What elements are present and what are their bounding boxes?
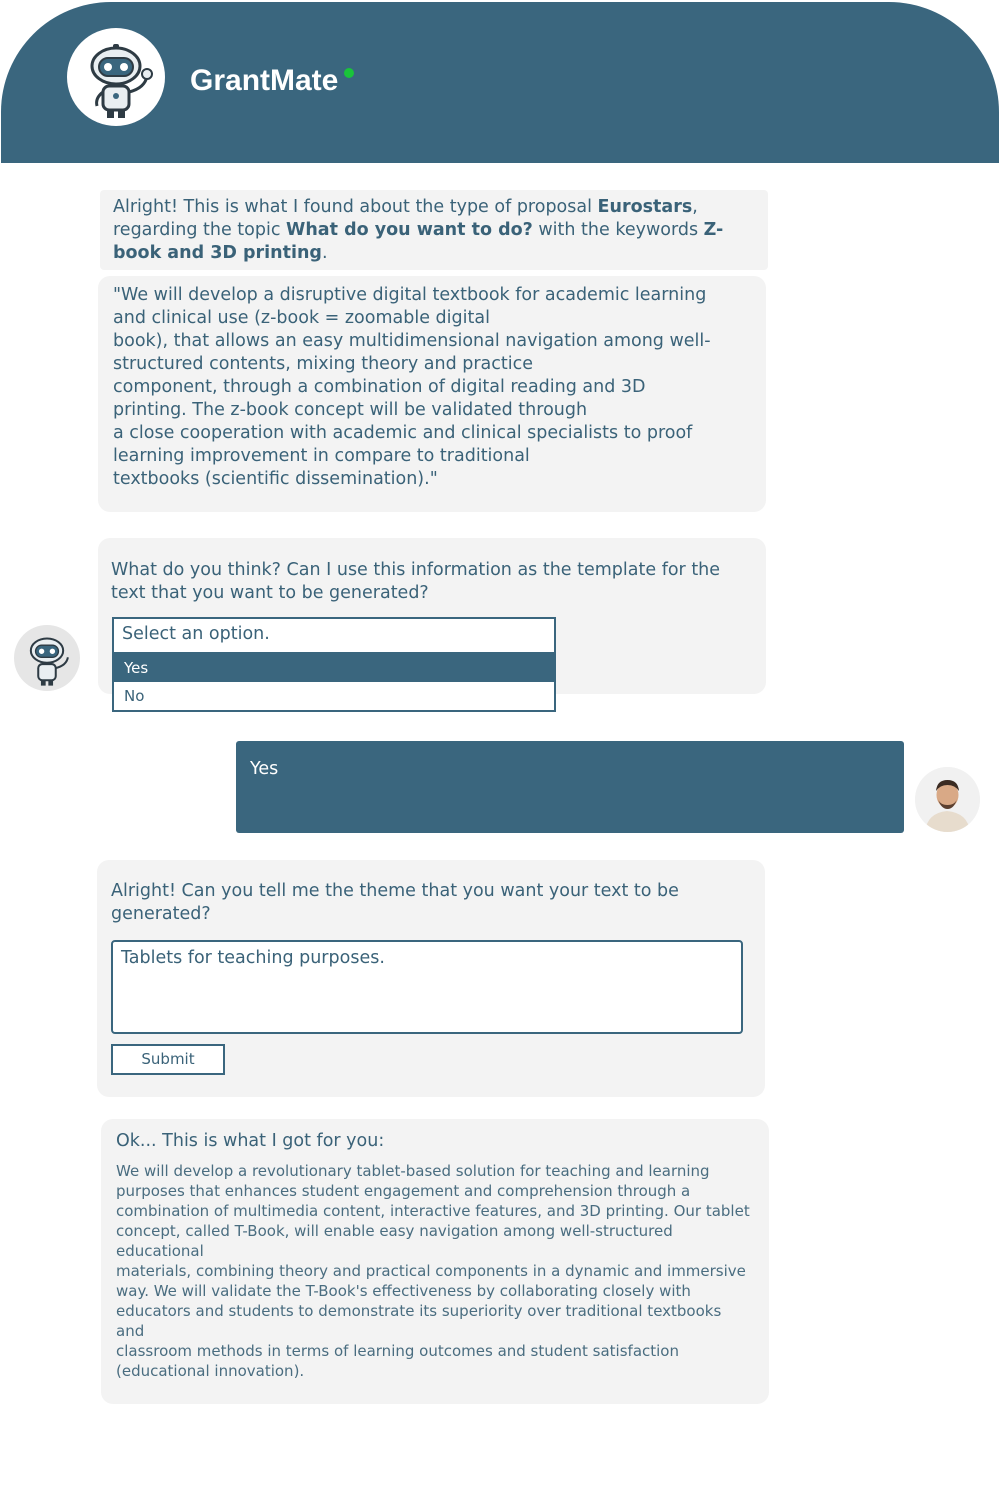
proposal-type: Eurostars bbox=[597, 197, 693, 217]
app-title: GrantMate bbox=[190, 64, 339, 97]
intro-prefix: Alright! This is what I found about the … bbox=[113, 197, 598, 217]
user-avatar bbox=[915, 767, 980, 832]
option-dropdown-list: Yes No bbox=[112, 652, 556, 712]
result-line: materials, combining theory and practica… bbox=[116, 1262, 746, 1280]
bot-avatar-large bbox=[67, 28, 165, 126]
theme-input[interactable]: Tablets for teaching purposes. bbox=[111, 940, 743, 1034]
intro-suffix: . bbox=[321, 243, 328, 263]
bot-message-intro: Alright! This is what I found about the … bbox=[100, 190, 768, 270]
robot-icon bbox=[90, 44, 153, 118]
bot-message-template: "We will develop a disruptive digital te… bbox=[98, 276, 766, 512]
result-line: (educational innovation). bbox=[116, 1362, 305, 1380]
quote-line: book), that allows an easy multidimensio… bbox=[113, 331, 711, 351]
result-line: We will develop a revolutionary tablet-b… bbox=[116, 1162, 710, 1180]
quote-line: textbooks (scientific dissemination)." bbox=[113, 469, 438, 489]
user-avatar-icon bbox=[915, 767, 980, 832]
intro-mid2: with the keywords bbox=[532, 220, 704, 240]
quote-line: printing. The z-book concept will be val… bbox=[113, 400, 588, 420]
topic-name: What do you want to do? bbox=[286, 220, 533, 240]
submit-button[interactable]: Submit bbox=[111, 1044, 225, 1075]
quote-line: and clinical use (z-book = zoomable digi… bbox=[113, 308, 490, 328]
bot-avatar bbox=[14, 625, 80, 691]
quote-line: a close cooperation with academic and cl… bbox=[113, 423, 693, 443]
theme-question-text: Alright! Can you tell me the theme that … bbox=[111, 881, 679, 924]
result-heading: Ok... This is what I got for you: bbox=[116, 1131, 385, 1151]
online-status-dot bbox=[344, 68, 354, 78]
quote-line: structured contents, mixing theory and p… bbox=[113, 354, 534, 374]
result-line: purposes that enhances student engagemen… bbox=[116, 1182, 691, 1200]
option-no[interactable]: No bbox=[114, 682, 554, 710]
result-line: combination of multimedia content, inter… bbox=[116, 1202, 750, 1220]
result-line: classroom methods in terms of learning o… bbox=[116, 1342, 679, 1360]
result-line: educators and students to demonstrate it… bbox=[116, 1302, 722, 1340]
bot-message-result: Ok... This is what I got for you: We wil… bbox=[101, 1119, 769, 1404]
result-line: way. We will validate the T-Book's effec… bbox=[116, 1282, 691, 1300]
user-message-text: Yes bbox=[250, 759, 279, 779]
option-yes[interactable]: Yes bbox=[114, 654, 554, 682]
result-body: We will develop a revolutionary tablet-b… bbox=[116, 1161, 754, 1381]
quote-line: "We will develop a disruptive digital te… bbox=[113, 285, 707, 305]
option-select[interactable]: Select an option. bbox=[112, 617, 556, 655]
robot-avatar-icon bbox=[29, 637, 69, 686]
user-message: Yes bbox=[236, 741, 904, 833]
quote-line: component, through a combination of digi… bbox=[113, 377, 646, 397]
result-line: concept, called T-Book, will enable easy… bbox=[116, 1222, 673, 1260]
quote-line: learning improvement in compare to tradi… bbox=[113, 446, 530, 466]
question-text: What do you think? Can I use this inform… bbox=[111, 560, 721, 603]
